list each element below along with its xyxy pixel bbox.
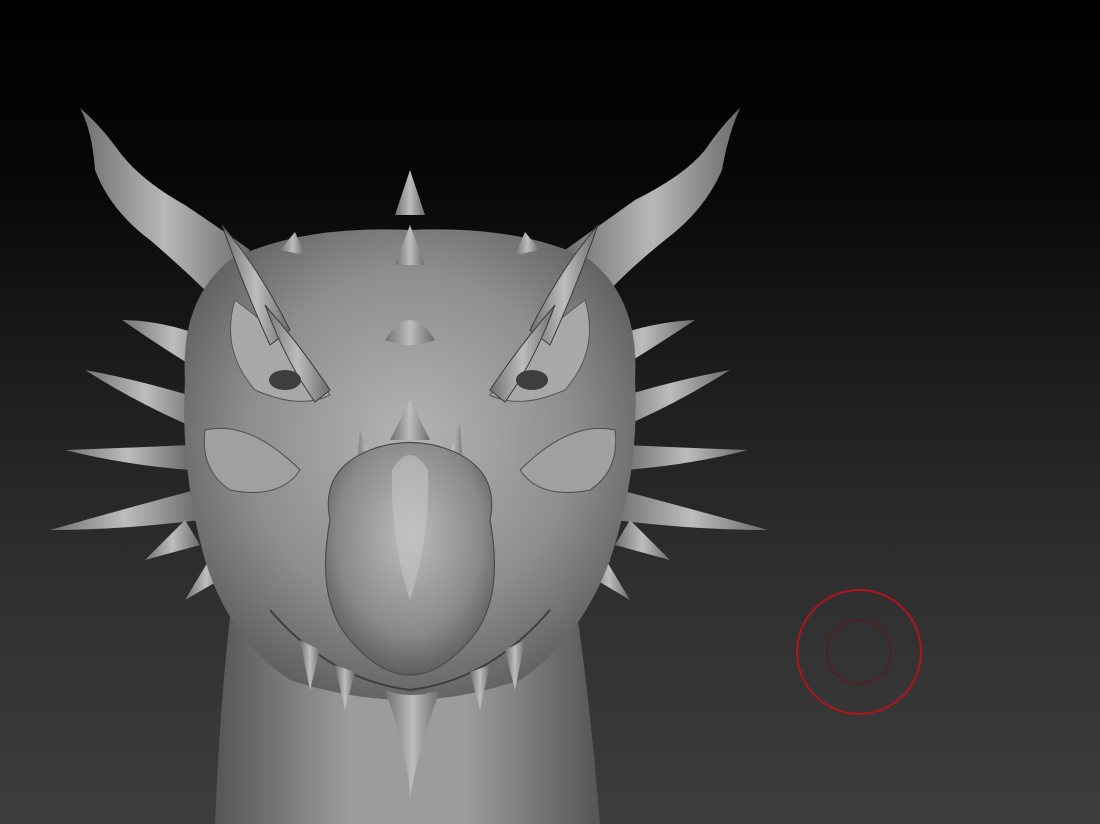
dragon-head-model[interactable] [0, 0, 1100, 824]
left-eye [269, 370, 301, 390]
right-eye [516, 370, 548, 390]
sculpt-viewport[interactable] [0, 0, 1100, 824]
